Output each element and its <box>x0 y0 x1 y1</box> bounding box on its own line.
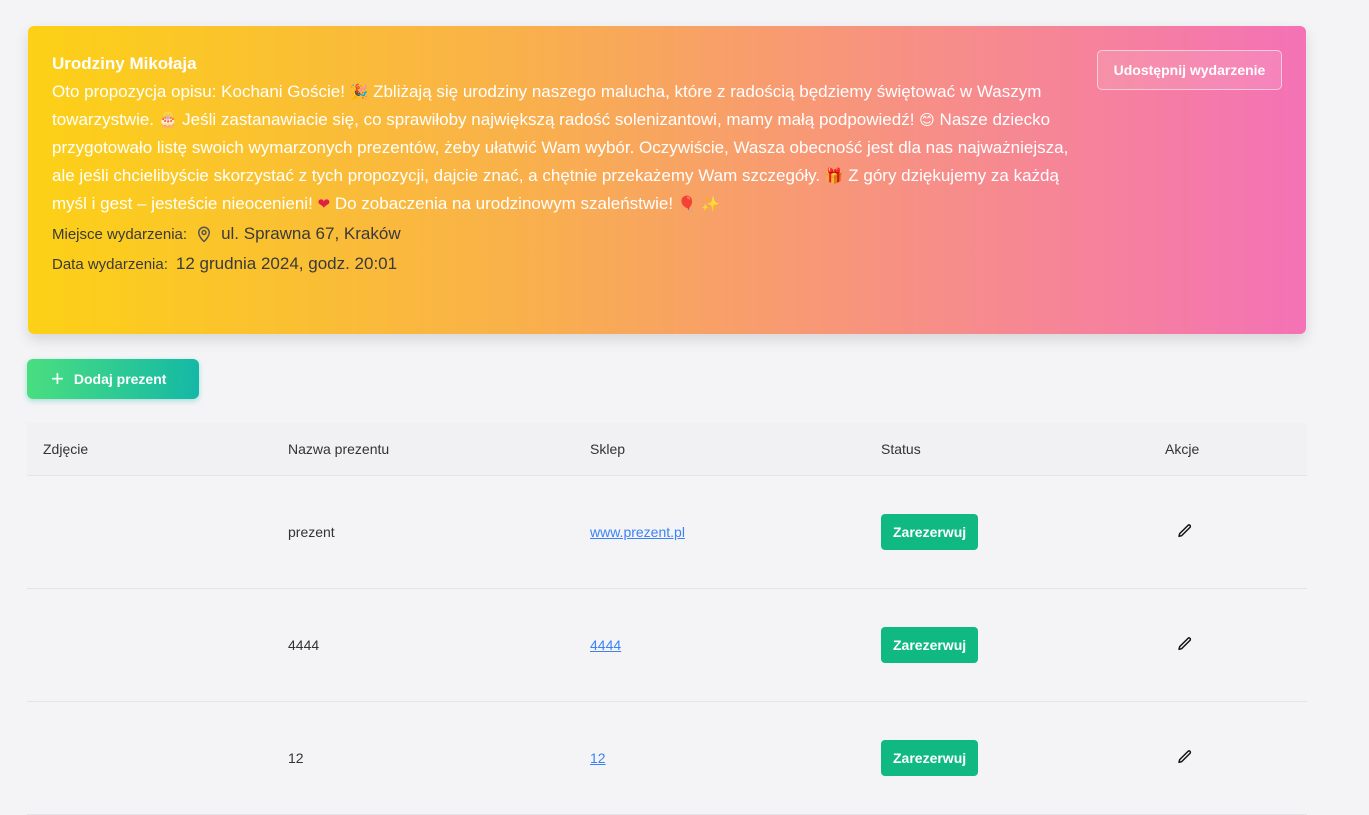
plus-icon: + <box>51 366 64 391</box>
pencil-icon[interactable] <box>1177 523 1193 539</box>
gift-icon: 🎁 <box>824 167 844 185</box>
pencil-icon[interactable] <box>1177 636 1193 652</box>
description-part: Do zobaczenia na urodzinowym szaleństwie… <box>330 194 678 213</box>
event-description: Oto propozycja opisu: Kochani Goście! 🎉 … <box>52 78 1072 218</box>
reserve-button[interactable]: Zarezerwuj <box>881 627 979 663</box>
event-banner: Urodziny Mikołaja Oto propozycja opisu: … <box>28 26 1306 334</box>
shop-link[interactable]: 12 <box>590 750 606 766</box>
gift-name: 12 <box>288 750 304 766</box>
table-row: 4444 4444 Zarezerwuj <box>27 589 1307 702</box>
description-part: Jeśli zastanawiacie się, co sprawiłoby n… <box>177 110 920 129</box>
location-label: Miejsce wydarzenia: <box>52 225 188 243</box>
reserve-button[interactable]: Zarezerwuj <box>881 514 979 550</box>
event-date: Data wydarzenia: 12 grudnia 2024, godz. … <box>52 250 1282 278</box>
header-photo: Zdjęcie <box>43 441 89 457</box>
heart-icon: ❤ <box>317 195 331 213</box>
party-popper-icon: 🎉 <box>349 83 369 101</box>
description-part: Oto propozycja opisu: Kochani Goście! <box>52 82 350 101</box>
shop-link[interactable]: www.prezent.pl <box>590 524 685 540</box>
table-header: Zdjęcie Nazwa prezentu Sklep Status Akcj… <box>27 423 1307 476</box>
sparkles-icon: ✨ <box>701 195 720 213</box>
table-row: prezent www.prezent.pl Zarezerwuj <box>27 476 1307 589</box>
pencil-icon[interactable] <box>1177 749 1193 765</box>
date-value: 12 grudnia 2024, godz. 20:01 <box>175 254 398 273</box>
date-label: Data wydarzenia: <box>52 255 168 273</box>
cake-icon: 🎂 <box>158 111 178 129</box>
event-location: Miejsce wydarzenia: ul. Sprawna 67, Krak… <box>52 220 1282 248</box>
gift-name: prezent <box>288 524 335 540</box>
header-shop: Sklep <box>590 441 626 457</box>
smile-icon: 😊 <box>919 111 935 129</box>
share-event-button[interactable]: Udostępnij wydarzenie <box>1097 50 1282 90</box>
header-gift-name: Nazwa prezentu <box>288 441 390 457</box>
shop-link[interactable]: 4444 <box>590 637 621 653</box>
header-status: Status <box>881 441 921 457</box>
header-actions: Akcje <box>1165 441 1200 457</box>
gifts-table: Zdjęcie Nazwa prezentu Sklep Status Akcj… <box>27 423 1307 815</box>
add-gift-label: Dodaj prezent <box>73 371 167 387</box>
add-gift-button[interactable]: + Dodaj prezent <box>27 359 199 399</box>
balloon-icon: 🎈 <box>677 195 697 213</box>
map-pin-icon <box>198 226 211 243</box>
reserve-button[interactable]: Zarezerwuj <box>881 740 979 776</box>
location-value: ul. Sprawna 67, Kraków <box>221 224 401 243</box>
table-row: 12 12 Zarezerwuj <box>27 702 1307 815</box>
gift-name: 4444 <box>288 637 320 653</box>
